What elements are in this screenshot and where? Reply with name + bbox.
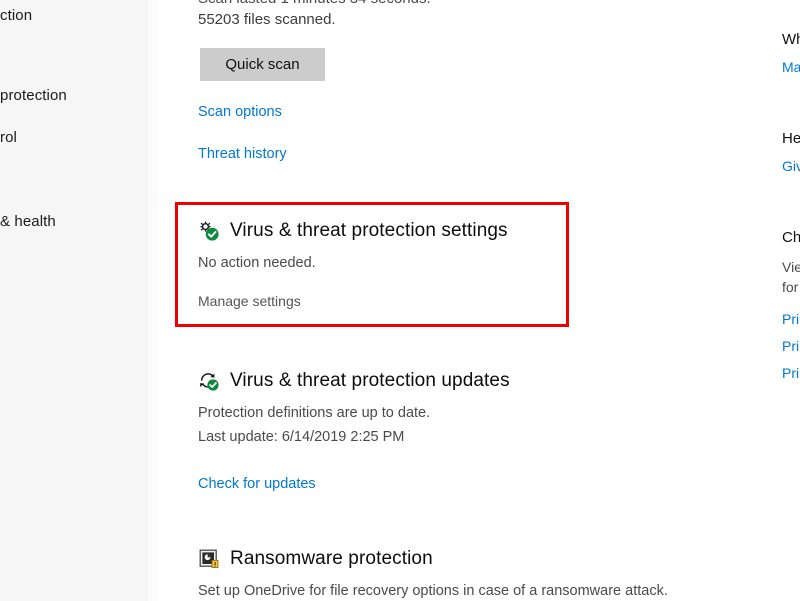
windows-security-window: ction protection rol & health Scan laste… bbox=[0, 0, 800, 601]
manage-settings-link[interactable]: Manage settings bbox=[198, 292, 508, 311]
section-header: Virus & threat protection updates bbox=[198, 368, 510, 394]
give-feedback-link[interactable]: Giv bbox=[782, 157, 800, 176]
gear-check-icon bbox=[198, 220, 220, 242]
help-improve-heading: He bbox=[782, 130, 800, 147]
sidebar-item-label: ction bbox=[0, 6, 33, 24]
ransomware-protection-section[interactable]: Ransomware protection Set up OneDrive fo… bbox=[198, 546, 668, 601]
section-status-text: Set up OneDrive for file recovery option… bbox=[198, 583, 668, 599]
virus-threat-protection-updates-section[interactable]: Virus & threat protection updates Protec… bbox=[198, 368, 510, 447]
files-scanned-text: 55203 files scanned. bbox=[198, 11, 336, 28]
navigation-sidebar: ction protection rol & health bbox=[0, 0, 148, 601]
sidebar-item-label: & health bbox=[0, 212, 56, 230]
sidebar-item-app-browser-control[interactable]: rol bbox=[0, 122, 148, 152]
change-privacy-settings-heading: Ch bbox=[782, 229, 800, 246]
quick-scan-button[interactable]: Quick scan bbox=[200, 48, 325, 81]
virus-threat-protection-settings-section[interactable]: Virus & threat protection settings No ac… bbox=[198, 218, 508, 311]
section-status-text: No action needed. bbox=[198, 255, 316, 271]
sidebar-item-label: rol bbox=[0, 128, 17, 146]
section-title: Virus & threat protection updates bbox=[230, 370, 510, 391]
sidebar-item-label: protection bbox=[0, 86, 67, 104]
main-content: Scan lasted 1 minutes 34 seconds. 55203 … bbox=[157, 0, 770, 601]
threat-history-link[interactable]: Threat history bbox=[198, 145, 287, 164]
refresh-check-icon bbox=[198, 370, 220, 392]
scan-options-link[interactable]: Scan options bbox=[198, 103, 282, 122]
section-header: Ransomware protection bbox=[198, 546, 668, 572]
privacy-dashboard-link[interactable]: Pri bbox=[782, 337, 799, 356]
sidebar-item-virus-threat-protection[interactable]: ction bbox=[0, 0, 148, 30]
privacy-settings-link[interactable]: Pri bbox=[782, 310, 799, 329]
section-header: Virus & threat protection settings bbox=[198, 218, 508, 244]
privacy-statement-link[interactable]: Pri bbox=[782, 364, 799, 383]
section-title: Ransomware protection bbox=[230, 548, 433, 569]
last-update-text: Last update: 6/14/2019 2:25 PM bbox=[198, 429, 405, 445]
section-status-text: Protection definitions are up to date. bbox=[198, 405, 431, 421]
whats-new-heading: Wh bbox=[782, 31, 800, 48]
scan-duration-text: Scan lasted 1 minutes 34 seconds. bbox=[198, 0, 431, 9]
check-for-updates-link[interactable]: Check for updates bbox=[198, 475, 316, 494]
sidebar-item-device-performance-health[interactable]: & health bbox=[0, 206, 148, 236]
sidebar-item-account-protection[interactable]: protection bbox=[0, 80, 148, 110]
right-info-panel: Wh Ma He Giv Ch Vie for Pri Pri Pri bbox=[770, 0, 800, 601]
manage-notifications-link[interactable]: Ma bbox=[782, 58, 800, 77]
section-title: Virus & threat protection settings bbox=[230, 220, 508, 241]
ransomware-warning-icon bbox=[198, 548, 220, 570]
privacy-body-line-1: Vie bbox=[782, 259, 800, 275]
privacy-body-line-2: for bbox=[782, 279, 799, 295]
